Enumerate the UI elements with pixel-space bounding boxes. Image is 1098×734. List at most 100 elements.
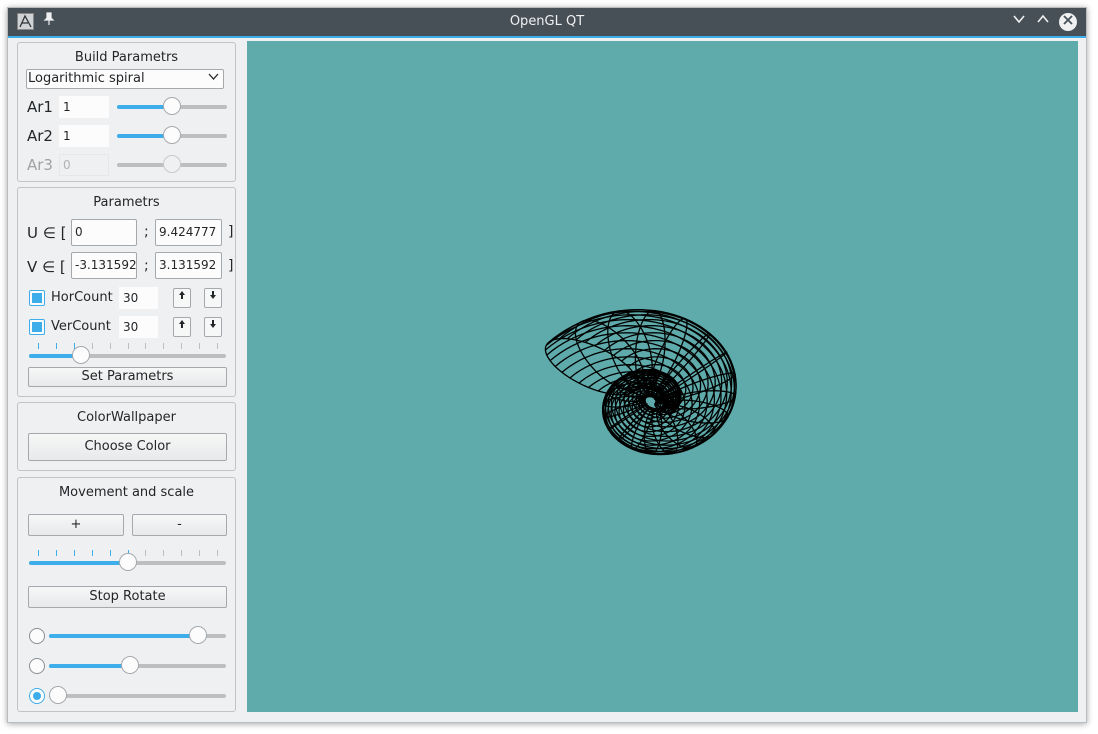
scale-slider[interactable] <box>29 553 226 571</box>
u-close-bracket: ] <box>228 224 234 240</box>
arrow-up-icon <box>179 320 185 328</box>
slider-handle[interactable] <box>120 656 139 674</box>
check-mark <box>32 322 42 332</box>
ar1-input[interactable]: 1 <box>59 96 109 118</box>
ar1-label: Ar1 <box>27 98 53 116</box>
axis-x-slider[interactable] <box>49 626 226 644</box>
ar2-slider[interactable] <box>117 126 227 144</box>
check-mark <box>32 293 42 303</box>
color-group: ColorWallpaper Choose Color <box>17 402 236 471</box>
u-range-label: U ∈ [ <box>27 224 67 242</box>
v-min-input[interactable]: -3.131592 <box>71 252 137 279</box>
slider-handle[interactable] <box>163 97 181 115</box>
choose-color-button[interactable]: Choose Color <box>28 433 227 461</box>
window-title: OpenGL QT <box>509 14 585 29</box>
slider-tick <box>217 343 218 349</box>
main-window: OpenGL QT Build Parametrs Logarithmic sp… <box>7 7 1087 723</box>
minimize-button[interactable] <box>1009 12 1029 32</box>
arrow-up-icon <box>179 291 185 299</box>
axis-y-slider[interactable] <box>49 656 226 674</box>
horcount-down-button[interactable] <box>204 288 222 308</box>
count-slider-ticks <box>29 343 226 349</box>
vercount-checkbox[interactable] <box>29 319 45 335</box>
slider-tick <box>199 550 201 556</box>
u-min-input[interactable]: 0 <box>71 219 137 246</box>
count-slider[interactable] <box>29 346 226 364</box>
axis-z-slider[interactable] <box>49 686 226 704</box>
slider-tick <box>127 343 129 349</box>
spiral-wireframe <box>544 309 737 456</box>
slider-tick <box>38 343 39 349</box>
title-bar: OpenGL QT <box>8 8 1086 38</box>
slider-handle[interactable] <box>49 686 67 704</box>
slider-tick <box>91 550 93 556</box>
horcount-checkbox[interactable] <box>29 290 45 306</box>
close-icon <box>1063 15 1073 25</box>
slider-tick <box>217 550 218 556</box>
ar3-input: 0 <box>59 154 109 176</box>
chevron-down-icon <box>208 70 219 88</box>
wire-ring <box>574 319 645 392</box>
slider-tick <box>38 550 39 556</box>
chevron-up-icon <box>1037 14 1049 23</box>
params-group-title: Parametrs <box>93 195 160 210</box>
movement-group: Movement and scale + - Stop Rotate <box>17 477 236 712</box>
stop-rotate-button[interactable]: Stop Rotate <box>28 586 227 608</box>
u-separator: ; <box>144 224 149 240</box>
curve-select[interactable]: Logarithmic spiral <box>26 69 224 89</box>
slider-handle[interactable] <box>71 346 90 364</box>
close-button[interactable] <box>1059 13 1077 31</box>
radio-dot <box>33 692 41 700</box>
axis-x-radio[interactable] <box>29 628 45 644</box>
ar1-slider[interactable] <box>117 97 227 115</box>
zoom-in-button[interactable]: + <box>28 514 124 536</box>
slider-tick <box>145 550 147 556</box>
vercount-input[interactable]: 30 <box>119 316 158 338</box>
v-range-label: V ∈ [ <box>27 258 66 276</box>
ar2-input[interactable]: 1 <box>59 125 109 147</box>
vercount-down-button[interactable] <box>204 317 222 337</box>
vercount-label: VerCount <box>51 319 111 334</box>
slider-handle[interactable] <box>163 126 181 144</box>
maximize-button[interactable] <box>1033 12 1053 32</box>
v-max-input[interactable]: 3.131592 <box>155 252 222 279</box>
opengl-viewport[interactable] <box>247 41 1078 712</box>
slider-tick <box>145 343 147 349</box>
slider-fill <box>49 634 198 638</box>
color-group-title: ColorWallpaper <box>77 410 176 425</box>
vercount-up-button[interactable] <box>173 317 191 337</box>
zoom-out-button[interactable]: - <box>132 514 227 536</box>
horcount-up-button[interactable] <box>173 288 191 308</box>
slider-tick <box>181 550 183 556</box>
slider-tick <box>181 343 183 349</box>
slider-handle[interactable] <box>118 553 137 571</box>
arrow-down-icon <box>210 320 216 328</box>
axis-z-radio[interactable] <box>29 688 45 704</box>
set-parametrs-button[interactable]: Set Parametrs <box>28 367 227 387</box>
slider-handle[interactable] <box>188 626 207 644</box>
ar2-label: Ar2 <box>27 127 53 145</box>
params-group: Parametrs U ∈ [ 0 ; 9.424777 ] V ∈ [ -3.… <box>17 187 236 397</box>
v-close-bracket: ] <box>228 258 234 274</box>
curve-select-value: Logarithmic spiral <box>28 71 145 86</box>
horcount-input[interactable]: 30 <box>119 287 158 309</box>
slider-tick <box>91 343 93 349</box>
ar3-slider <box>117 155 227 173</box>
arrow-down-icon <box>210 291 216 299</box>
slider-tick <box>73 550 75 556</box>
movement-group-title: Movement and scale <box>58 485 195 500</box>
u-max-input[interactable]: 9.424777 <box>155 219 222 246</box>
slider-tick <box>109 550 111 556</box>
slider-tick <box>109 343 111 349</box>
slider-tick <box>55 343 57 349</box>
slider-handle <box>163 155 181 173</box>
axis-y-radio[interactable] <box>29 658 45 674</box>
slider-fill <box>29 561 128 565</box>
slider-tick <box>163 550 165 556</box>
slider-tick <box>55 550 57 556</box>
build-group-title: Build Parametrs <box>74 50 179 65</box>
slider-tick <box>199 343 201 349</box>
slider-tick <box>163 343 165 349</box>
build-group: Build Parametrs Logarithmic spiral Ar1 1… <box>17 42 236 182</box>
v-separator: ; <box>144 258 149 274</box>
